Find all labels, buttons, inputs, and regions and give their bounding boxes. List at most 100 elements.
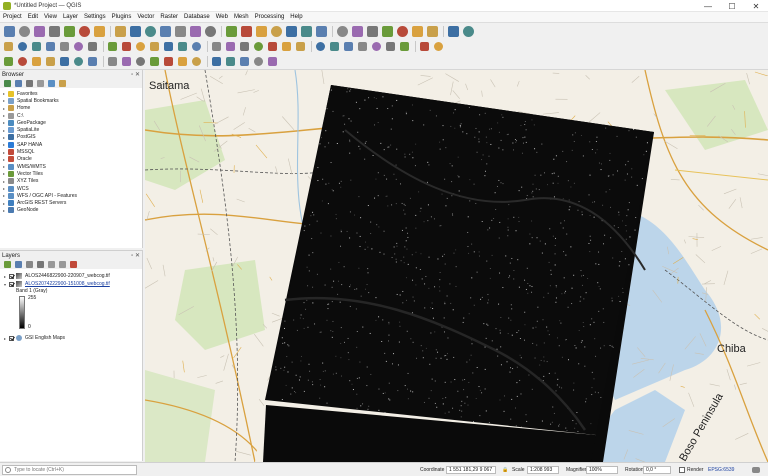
edits-icon[interactable] <box>136 41 145 51</box>
zoom-to-selection-icon[interactable] <box>190 25 201 37</box>
add-wms-layer-icon[interactable] <box>108 41 117 51</box>
menu-settings[interactable]: Settings <box>84 14 106 20</box>
label-move-icon[interactable] <box>358 41 367 51</box>
add-point-icon[interactable] <box>178 41 187 51</box>
label-change-icon[interactable] <box>386 41 395 51</box>
menu-view[interactable]: View <box>44 14 57 20</box>
statistics-icon[interactable] <box>397 25 408 37</box>
temporal-controller-icon[interactable] <box>301 25 312 37</box>
plugin-icon[interactable] <box>420 41 429 51</box>
scale-field[interactable]: 1:208 993 <box>527 466 559 474</box>
zoom-to-layer-icon[interactable] <box>205 25 216 37</box>
python-console-icon[interactable] <box>400 41 409 51</box>
zoom-last-icon[interactable] <box>241 25 252 37</box>
zoom-out-icon[interactable] <box>160 25 171 37</box>
add-delimited-text-icon[interactable] <box>88 41 97 51</box>
browser-item-geopackage[interactable]: ▸ GeoPackage <box>0 119 142 126</box>
layer-row[interactable]: ▸ GSI English Maps <box>0 334 142 342</box>
fill-ring-icon[interactable] <box>122 56 131 66</box>
new-virtual-layer-icon[interactable] <box>46 41 55 51</box>
open-project-icon[interactable] <box>19 25 30 37</box>
vertex-tool-icon[interactable] <box>192 41 201 51</box>
collapse-all-icon[interactable] <box>59 261 66 268</box>
measure-icon[interactable] <box>412 25 423 37</box>
refresh-icon[interactable] <box>4 80 11 87</box>
field-calculator-icon[interactable] <box>382 25 393 37</box>
label-icon[interactable] <box>296 41 305 51</box>
new-shapefile-icon[interactable] <box>32 41 41 51</box>
add-group-icon[interactable] <box>15 261 22 268</box>
georeferencer-icon[interactable] <box>192 56 201 66</box>
add-part-icon[interactable] <box>108 56 117 66</box>
cut-features-icon[interactable] <box>226 41 235 51</box>
delete-selected-icon[interactable] <box>212 41 221 51</box>
label-show-hide-icon[interactable] <box>344 41 353 51</box>
layout-manager-icon[interactable] <box>79 25 90 37</box>
digitize-icon[interactable] <box>4 56 13 66</box>
label-highlight-icon[interactable] <box>330 41 339 51</box>
menu-vector[interactable]: Vector <box>137 14 154 20</box>
browser-item-xyz-tiles[interactable]: ▸ XYZ Tiles <box>0 178 142 185</box>
browser-item-wms-wmts[interactable]: ▸ WMS/WMTS <box>0 163 142 170</box>
filter-icon[interactable] <box>26 80 33 87</box>
browser-item-oracle[interactable]: ▸ Oracle <box>0 156 142 163</box>
menu-edit[interactable]: Edit <box>28 14 38 20</box>
menu-project[interactable]: Project <box>3 14 22 20</box>
browser-item-favorites[interactable]: ▸ Favorites <box>0 90 142 97</box>
zoom-in-icon[interactable] <box>145 25 156 37</box>
browser-item-mssql[interactable]: ▸ MSSQL <box>0 148 142 156</box>
expand-all-icon[interactable] <box>48 261 55 268</box>
toggle-editing-icon[interactable] <box>150 41 159 51</box>
lock-scale-icon[interactable]: 🔒 <box>502 467 508 473</box>
browser-item-sap-hana[interactable]: ▸ SAP HANA <box>0 141 142 148</box>
processing-toolbox-icon[interactable] <box>212 56 221 66</box>
menu-help[interactable]: Help <box>290 14 302 20</box>
add-layers-icon[interactable] <box>15 80 22 87</box>
label-pin-icon[interactable] <box>316 41 325 51</box>
filter-legend-icon[interactable] <box>37 261 44 268</box>
info-icon[interactable] <box>59 80 66 87</box>
annotation-icon[interactable] <box>427 25 438 37</box>
crs-button[interactable]: EPSG:6539 <box>708 467 734 473</box>
history-icon[interactable] <box>240 56 249 66</box>
menu-plugins[interactable]: Plugins <box>112 14 132 20</box>
rotate-feature-icon[interactable] <box>164 56 173 66</box>
select-feature-icon[interactable] <box>352 25 363 37</box>
map-svg[interactable]: Saitama Chiba Boso Peninsula <box>145 70 768 462</box>
menu-layer[interactable]: Layer <box>63 14 78 20</box>
show-bookmarks-icon[interactable] <box>286 25 297 37</box>
offset-curve-icon[interactable] <box>46 56 55 66</box>
label-rotate-icon[interactable] <box>372 41 381 51</box>
redo-icon[interactable] <box>282 41 291 51</box>
reshape-icon[interactable] <box>60 56 69 66</box>
merge-features-icon[interactable] <box>32 56 41 66</box>
coordinate-field[interactable]: 1 551 181,29 9 067 <box>446 466 496 474</box>
results-viewer-icon[interactable] <box>254 56 263 66</box>
paste-features-icon[interactable] <box>254 41 263 51</box>
close-button[interactable]: ✕ <box>744 0 768 12</box>
rotation-field[interactable]: 0,0 ° <box>643 466 671 474</box>
browser-item-arcgis-rest-servers[interactable]: ▸ ArcGIS REST Servers <box>0 199 142 207</box>
help-icon[interactable] <box>434 41 443 51</box>
identify-icon[interactable] <box>337 25 348 37</box>
browser-item-postgis[interactable]: ▸ PostGIS <box>0 134 142 141</box>
simplify-icon[interactable] <box>74 56 83 66</box>
maximize-button[interactable]: ☐ <box>720 0 744 12</box>
browser-item-wcs[interactable]: ▸ WCS <box>0 185 142 192</box>
pan-to-selection-icon[interactable] <box>130 25 141 37</box>
scale-feature-icon[interactable] <box>178 56 187 66</box>
add-raster-layer-icon[interactable] <box>74 41 83 51</box>
browser-item-wfs-ogc-api-features[interactable]: ▸ WFS / OGC API - Features <box>0 192 142 199</box>
pan-icon[interactable] <box>115 25 126 37</box>
delete-part-icon[interactable] <box>150 56 159 66</box>
browser-item-home[interactable]: ▸ Home <box>0 105 142 112</box>
undo-icon[interactable] <box>268 41 277 51</box>
new-geopackage-layer-icon[interactable] <box>18 41 27 51</box>
menu-processing[interactable]: Processing <box>255 14 285 20</box>
layer-visibility-checkbox[interactable] <box>9 273 14 279</box>
locator-bar[interactable] <box>2 465 137 475</box>
map-canvas[interactable]: Saitama Chiba Boso Peninsula <box>145 70 768 462</box>
menu-web[interactable]: Web <box>216 14 228 20</box>
zoom-next-icon[interactable] <box>256 25 267 37</box>
browser-item-geonode[interactable]: ▸ GeoNode <box>0 207 142 214</box>
